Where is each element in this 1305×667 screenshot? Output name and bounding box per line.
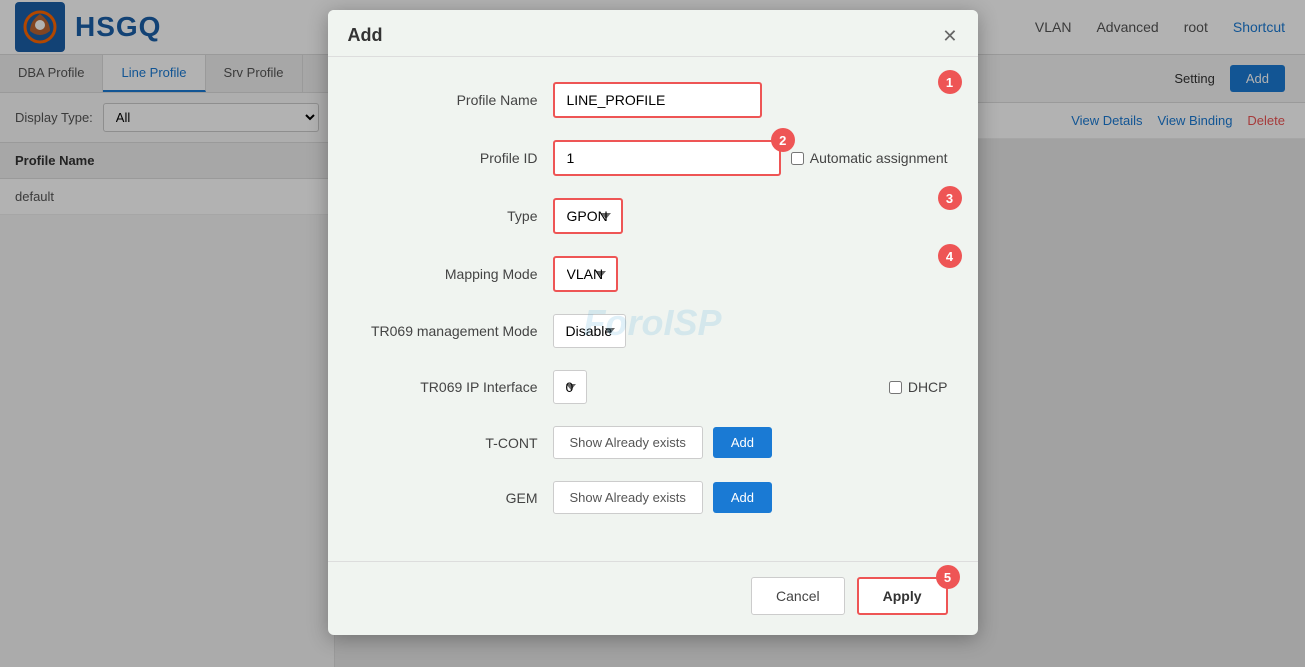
tr069-mode-label: TR069 management Mode bbox=[358, 323, 538, 339]
tcont-row: T-CONT Show Already exists Add bbox=[358, 426, 948, 459]
modal-overlay: Add ✕ ForoISP Profile Name 1 Profile ID bbox=[0, 0, 1305, 667]
tr069-mode-select-wrapper: Disable bbox=[553, 314, 948, 348]
gem-show-button[interactable]: Show Already exists bbox=[553, 481, 703, 514]
profile-name-input-wrapper: 1 bbox=[553, 82, 948, 118]
profile-name-row: Profile Name 1 bbox=[358, 82, 948, 118]
modal-close-button[interactable]: ✕ bbox=[942, 27, 957, 45]
gem-row: GEM Show Already exists Add bbox=[358, 481, 948, 514]
cancel-button[interactable]: Cancel bbox=[751, 577, 845, 615]
profile-name-input[interactable] bbox=[553, 82, 762, 118]
type-label: Type bbox=[358, 208, 538, 224]
modal: Add ✕ ForoISP Profile Name 1 Profile ID bbox=[328, 10, 978, 635]
tr069-ip-select[interactable]: 0 bbox=[553, 370, 587, 404]
step-badge-5: 5 bbox=[936, 565, 960, 589]
mapping-mode-row: Mapping Mode VLAN 4 bbox=[358, 256, 948, 292]
gem-label: GEM bbox=[358, 490, 538, 506]
step-badge-3: 3 bbox=[938, 186, 962, 210]
type-select-wrapper: GPON 3 bbox=[553, 198, 948, 234]
dhcp-label: DHCP bbox=[889, 379, 948, 395]
mapping-mode-select-wrapper: VLAN 4 bbox=[553, 256, 948, 292]
step-badge-4: 4 bbox=[938, 244, 962, 268]
profile-id-input-wrapper: 2 bbox=[553, 140, 781, 176]
apply-button-wrapper: Apply 5 bbox=[857, 577, 948, 615]
tr069-mode-row: TR069 management Mode Disable bbox=[358, 314, 948, 348]
step-badge-2: 2 bbox=[771, 128, 795, 152]
profile-id-input[interactable] bbox=[553, 140, 781, 176]
profile-id-group: 2 Automatic assignment bbox=[553, 140, 948, 176]
apply-button[interactable]: Apply bbox=[857, 577, 948, 615]
type-row: Type GPON 3 bbox=[358, 198, 948, 234]
tcont-group: Show Already exists Add bbox=[553, 426, 948, 459]
modal-body: Profile Name 1 Profile ID 2 Automatic a bbox=[328, 57, 978, 561]
profile-id-label: Profile ID bbox=[358, 150, 538, 166]
gem-group: Show Already exists Add bbox=[553, 481, 948, 514]
mapping-mode-select[interactable]: VLAN bbox=[553, 256, 618, 292]
tr069-ip-group: 0 DHCP bbox=[553, 370, 948, 404]
tcont-add-button[interactable]: Add bbox=[713, 427, 772, 458]
tr069-ip-row: TR069 IP Interface 0 DHCP bbox=[358, 370, 948, 404]
mapping-mode-label: Mapping Mode bbox=[358, 266, 538, 282]
tcont-show-button[interactable]: Show Already exists bbox=[553, 426, 703, 459]
tr069-ip-select-wrapper: 0 bbox=[553, 370, 879, 404]
modal-footer: Cancel Apply 5 bbox=[328, 561, 978, 635]
modal-title: Add bbox=[348, 25, 383, 46]
tr069-mode-select[interactable]: Disable bbox=[553, 314, 626, 348]
profile-name-label: Profile Name bbox=[358, 92, 538, 108]
automatic-assignment-label: Automatic assignment bbox=[791, 150, 948, 166]
step-badge-1: 1 bbox=[938, 70, 962, 94]
automatic-assignment-checkbox[interactable] bbox=[791, 152, 804, 165]
dhcp-checkbox[interactable] bbox=[889, 381, 902, 394]
type-select[interactable]: GPON bbox=[553, 198, 623, 234]
profile-id-row: Profile ID 2 Automatic assignment bbox=[358, 140, 948, 176]
tr069-ip-label: TR069 IP Interface bbox=[358, 379, 538, 395]
gem-add-button[interactable]: Add bbox=[713, 482, 772, 513]
tcont-label: T-CONT bbox=[358, 435, 538, 451]
modal-header: Add ✕ bbox=[328, 10, 978, 57]
